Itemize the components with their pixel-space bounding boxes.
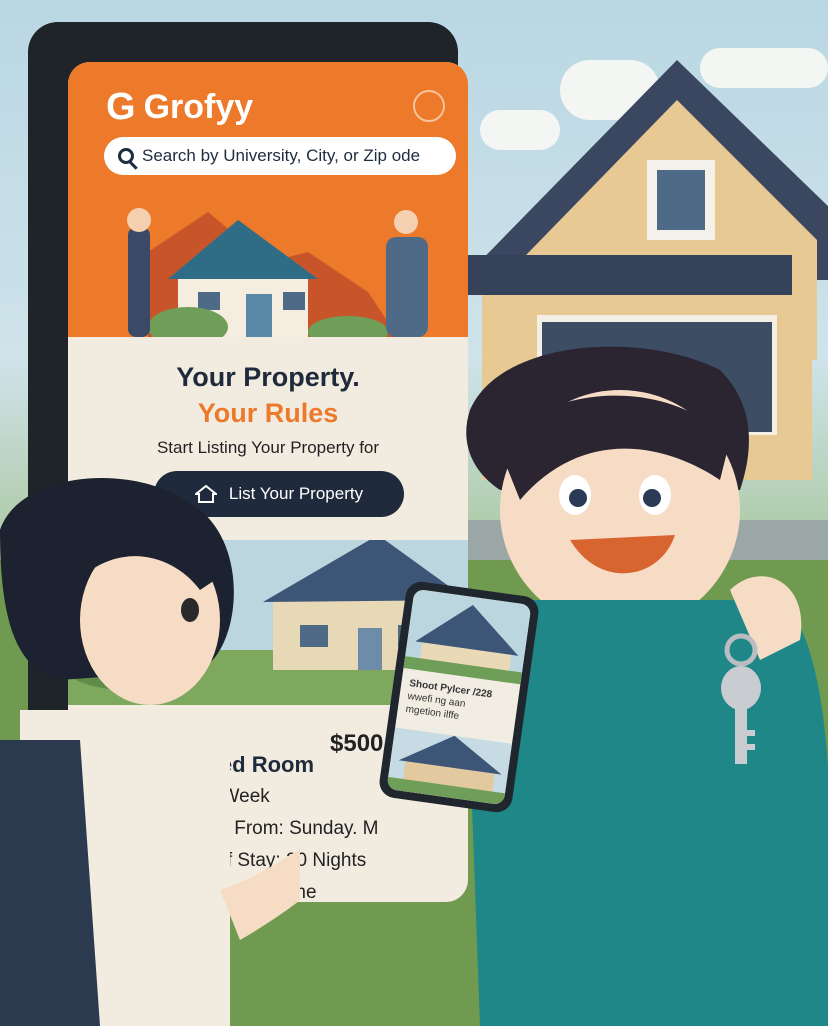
hero-illustration (127, 208, 428, 337)
illustration-scene: G Grofyy Search by University, City, or … (0, 0, 828, 1026)
student-girl (0, 477, 300, 1026)
headline: Your Property. (176, 362, 360, 392)
handheld-screen: Shoot Pylcer /228 wwefi ng aan mgetion i… (386, 588, 532, 806)
search-input[interactable]: Search by University, City, or Zip ode (104, 137, 456, 175)
logo-mark: G (106, 86, 136, 128)
app-name: Grofyy (143, 88, 254, 126)
hero-banner: G Grofyy Search by University, City, or … (68, 62, 468, 337)
menu-icon[interactable] (413, 90, 445, 122)
search-placeholder: Search by University, City, or Zip ode (142, 146, 421, 165)
search-icon (118, 148, 134, 164)
subtitle: Start Listing Your Property for (156, 438, 380, 457)
headline-accent: Your Rules (197, 398, 339, 428)
listing-price: $500/ (330, 730, 391, 757)
key-icon (721, 633, 761, 764)
app-logo[interactable]: G Grofyy (106, 86, 253, 129)
